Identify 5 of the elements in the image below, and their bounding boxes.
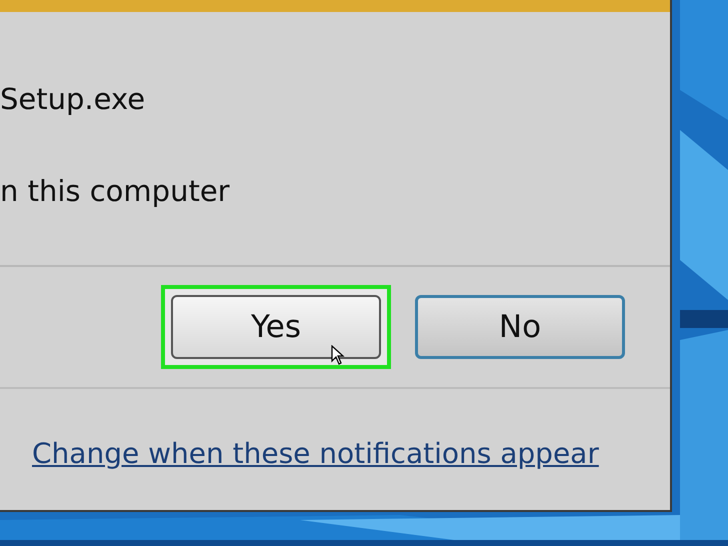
dialog-text: Setup.exe <box>0 81 146 118</box>
dialog-button[interactable]: No <box>415 295 625 359</box>
settings-link[interactable]: Change when these notifications appear <box>32 433 599 475</box>
dialog-text: n this computer <box>0 173 230 210</box>
cursor-icon <box>331 345 345 365</box>
